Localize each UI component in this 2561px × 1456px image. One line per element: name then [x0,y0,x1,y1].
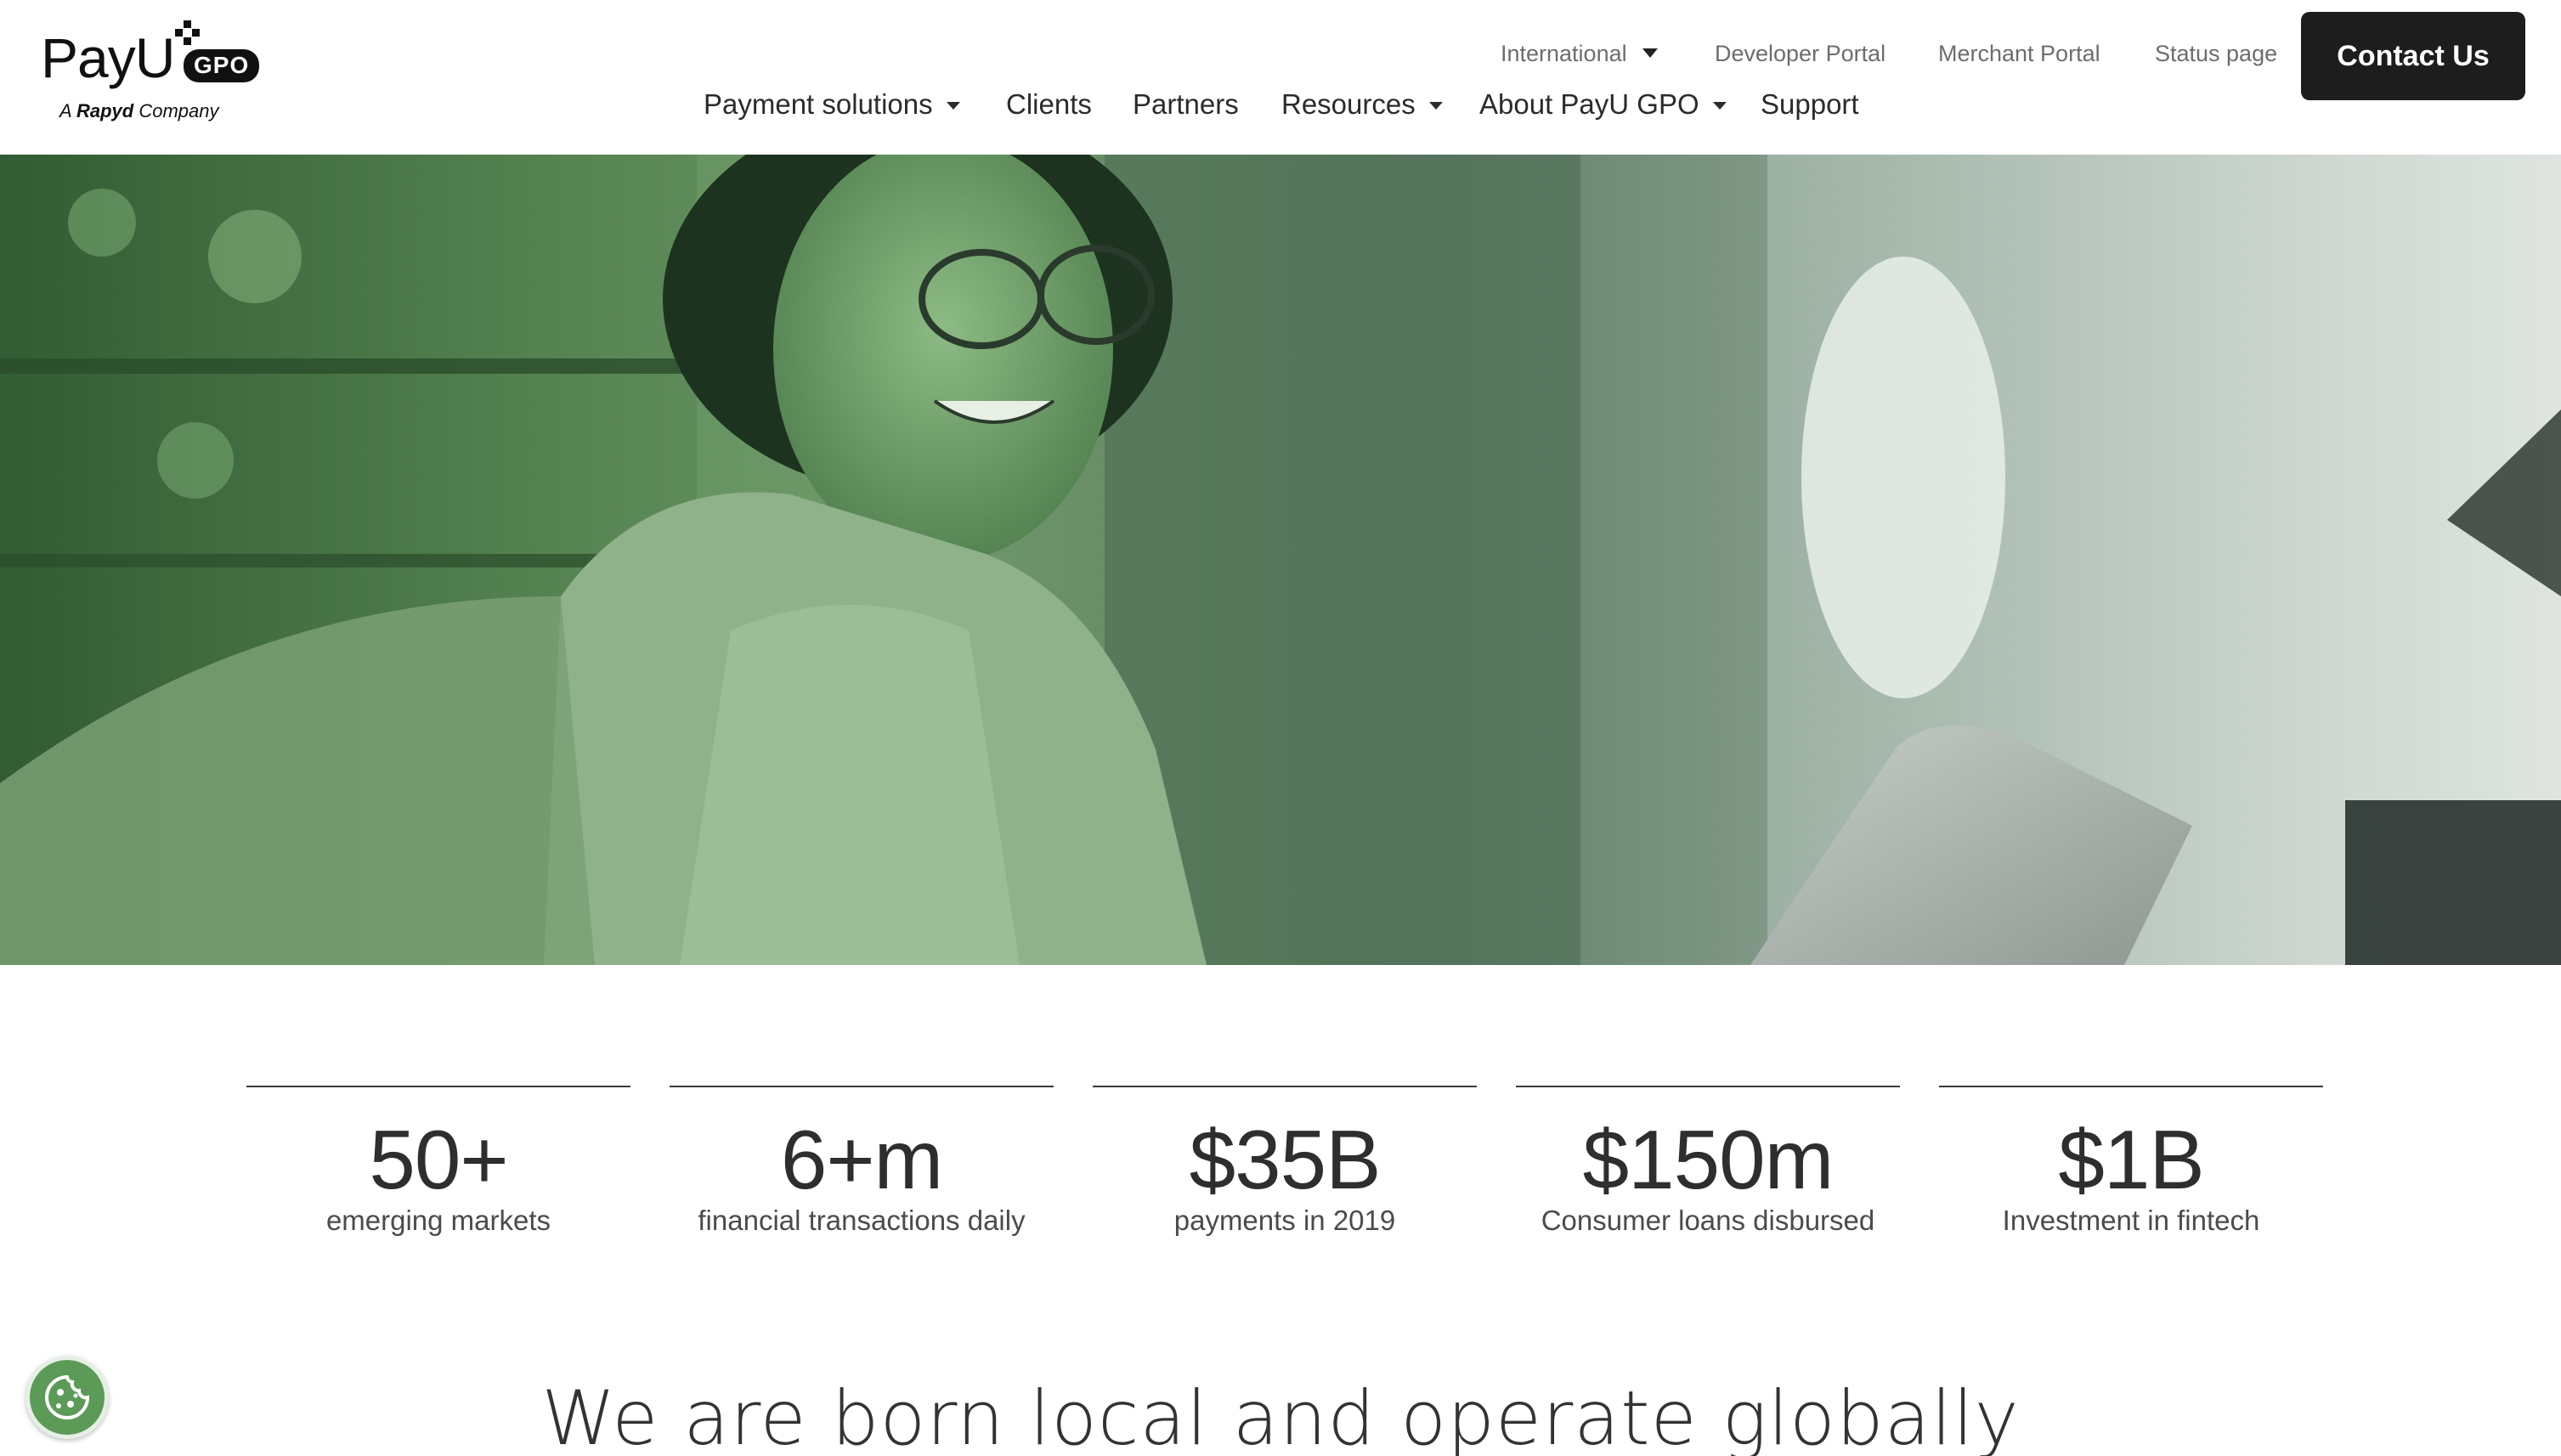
hero-image [0,155,2561,965]
developer-portal-link[interactable]: Developer Portal [1715,41,1885,67]
stat-value: $150m [1582,1113,1835,1206]
nav-clients[interactable]: Clients [1006,88,1092,121]
nav-payment-solutions-label: Payment solutions [704,88,933,120]
logo-tagline: A Rapyd Company [59,100,219,121]
stat-label: Investment in fintech [2002,1205,2260,1236]
status-page-link[interactable]: Status page [2155,41,2277,67]
stat-value: $35B [1189,1113,1382,1206]
site-header: PayU GPO A Rapyd Company International D… [0,0,2561,155]
section-heading: We are born local and operate globally [541,1374,2020,1456]
stat-label: payments in 2019 [1173,1205,1396,1236]
hero-illustration [0,155,2561,965]
stat-value: $1B [2058,1113,2204,1206]
logo-badge: GPO [184,49,260,82]
stat-value: 6+m [780,1113,943,1206]
stat-investment: $1B Investment in fintech [1939,1086,2323,1247]
cookie-settings-button[interactable] [25,1356,109,1439]
payu-gpo-logo[interactable]: PayU GPO A Rapyd Company [41,19,262,129]
international-label: International [1501,41,1627,66]
international-selector[interactable]: International [1501,41,1658,67]
chevron-down-icon [1712,102,1727,110]
nav-about[interactable]: About PayU GPO [1479,88,1727,121]
nav-partners[interactable]: Partners [1133,88,1239,121]
chevron-down-icon [1642,48,1658,58]
stat-payments: $35B payments in 2019 [1093,1086,1477,1247]
chevron-down-icon [1428,102,1443,110]
nav-support[interactable]: Support [1761,88,1859,121]
nav-resources-label: Resources [1281,88,1416,120]
nav-about-label: About PayU GPO [1479,88,1699,120]
stat-transactions: 6+m financial transactions daily [670,1086,1054,1247]
stat-loans: $150m Consumer loans disbursed [1516,1086,1900,1247]
stat-markets: 50+ emerging markets [246,1086,630,1247]
contact-us-button[interactable]: Contact Us [2301,12,2525,100]
logo-pixel-mark [175,20,201,46]
nav-resources[interactable]: Resources [1281,88,1443,121]
nav-payment-solutions[interactable]: Payment solutions [704,88,960,121]
chevron-down-icon [946,102,960,110]
merchant-portal-link[interactable]: Merchant Portal [1938,41,2100,67]
stat-label: financial transactions daily [698,1205,1026,1236]
cookie-icon [45,1374,90,1419]
logo-wordmark: PayU [41,26,175,89]
stat-value: 50+ [369,1113,508,1206]
stat-label: Consumer loans disbursed [1541,1205,1875,1236]
stat-label: emerging markets [325,1205,551,1236]
